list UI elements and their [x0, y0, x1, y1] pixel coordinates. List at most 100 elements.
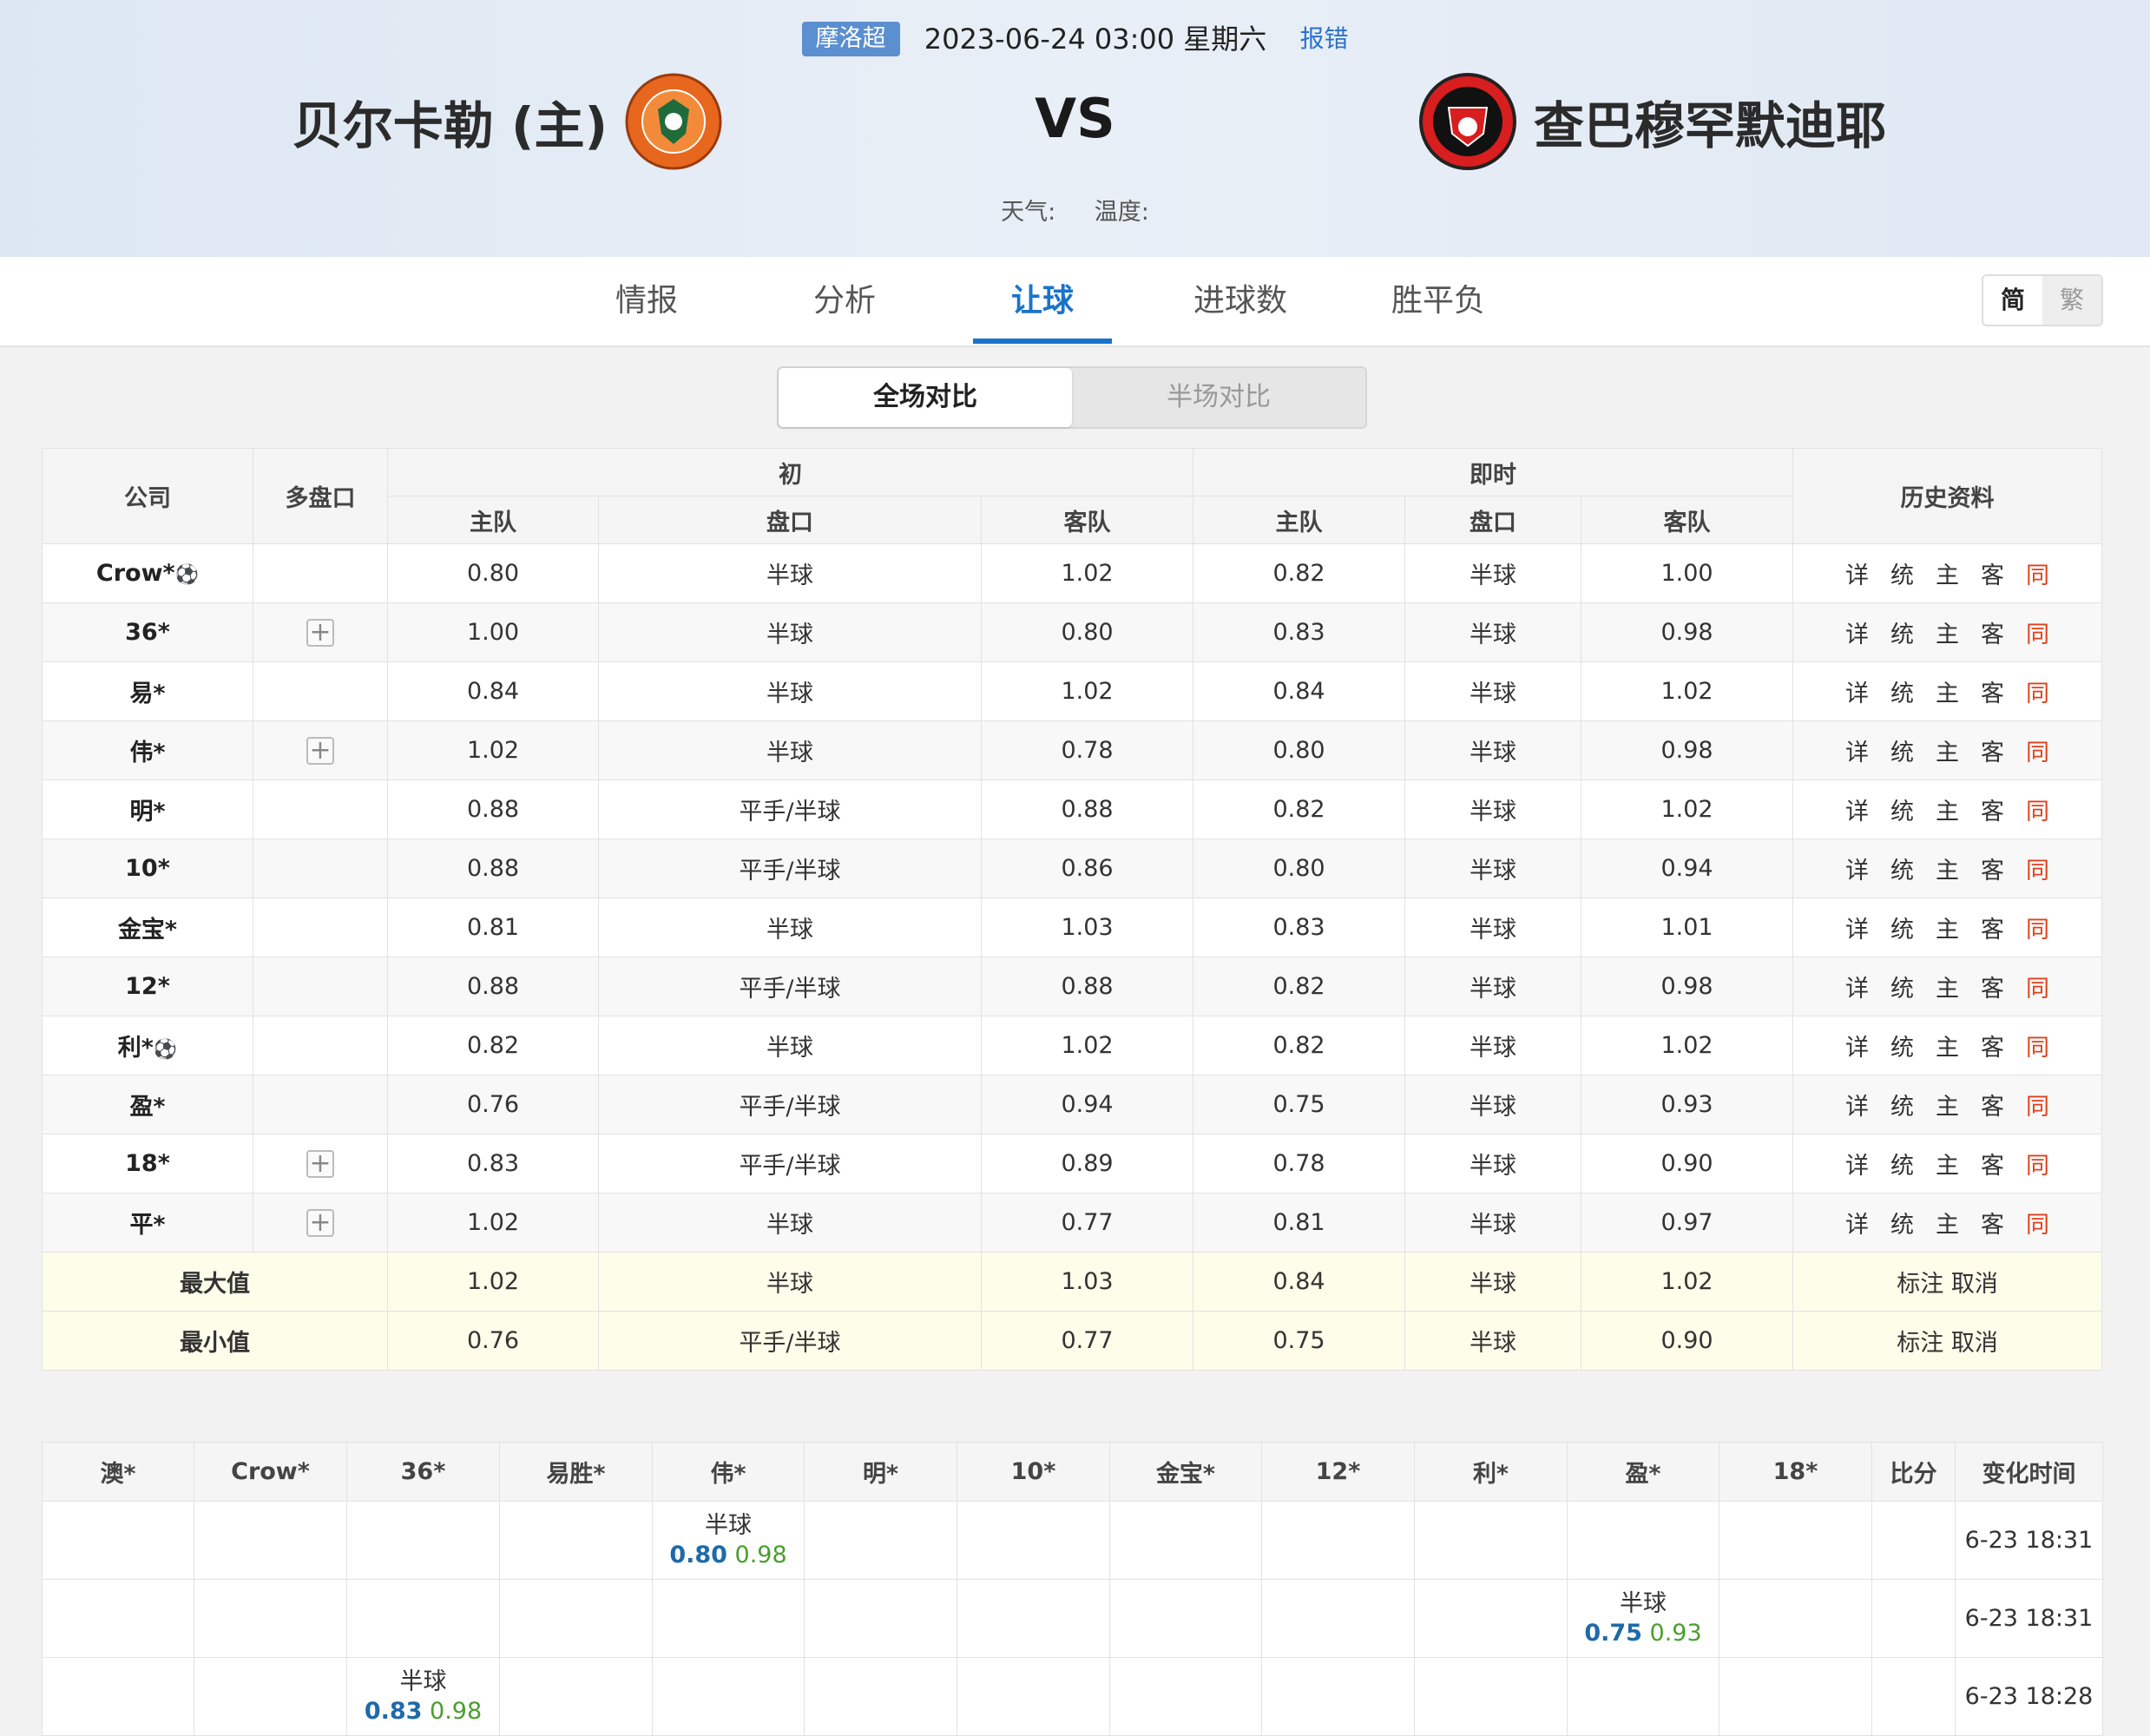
history-stats-link[interactable]: 统: [1880, 615, 1925, 649]
history-detail-link[interactable]: 详: [1835, 911, 1880, 944]
tab-analysis[interactable]: 分析: [775, 257, 914, 345]
company-name[interactable]: 盈*: [129, 1094, 165, 1121]
history-detail-link[interactable]: 详: [1835, 970, 1880, 1003]
company-name[interactable]: 利*: [118, 1035, 154, 1062]
expand-plus-icon[interactable]: +: [306, 1149, 334, 1178]
history-same-link[interactable]: 同: [2015, 911, 2061, 944]
history-detail-link[interactable]: 详: [1835, 1088, 1880, 1121]
history-away-link[interactable]: 客: [1970, 556, 2015, 590]
history-stats-link[interactable]: 统: [1880, 970, 1925, 1003]
expand-plus-icon[interactable]: +: [306, 618, 334, 647]
cancel-link[interactable]: 取消: [1951, 1330, 1998, 1357]
history-same-link[interactable]: 同: [2015, 1088, 2061, 1121]
change-header-cell: 明*: [804, 1442, 957, 1502]
history-same-link[interactable]: 同: [2015, 970, 2061, 1003]
tab-1x2[interactable]: 胜平负: [1369, 257, 1508, 345]
history-away-link[interactable]: 客: [1970, 1147, 2015, 1180]
history-away-link[interactable]: 客: [1970, 1029, 2015, 1062]
history-away-link[interactable]: 客: [1970, 911, 2015, 944]
history-detail-link[interactable]: 详: [1835, 792, 1880, 826]
history-home-link[interactable]: 主: [1925, 970, 1970, 1003]
history-detail-link[interactable]: 详: [1835, 1147, 1880, 1180]
company-name[interactable]: 12*: [125, 973, 170, 1000]
tab-info[interactable]: 情报: [577, 257, 716, 345]
history-same-link[interactable]: 同: [2015, 556, 2061, 590]
history-same-link[interactable]: 同: [2015, 1147, 2061, 1180]
change-time: 6-23 18:31: [1955, 1501, 2103, 1580]
history-home-link[interactable]: 主: [1925, 1206, 1970, 1240]
odds-la-cell: 1.01: [1581, 898, 1794, 957]
history-detail-link[interactable]: 详: [1835, 733, 1880, 767]
history-home-link[interactable]: 主: [1925, 852, 1970, 885]
history-same-link[interactable]: 同: [2015, 733, 2061, 767]
history-stats-link[interactable]: 统: [1880, 556, 1925, 590]
history-detail-link[interactable]: 详: [1835, 852, 1880, 885]
history-stats-link[interactable]: 统: [1880, 674, 1925, 708]
change-header-cell: 18*: [1719, 1442, 1872, 1502]
history-stats-link[interactable]: 统: [1880, 1088, 1925, 1121]
history-away-link[interactable]: 客: [1970, 1088, 2015, 1121]
company-name[interactable]: 明*: [129, 799, 165, 825]
history-stats-link[interactable]: 统: [1880, 733, 1925, 767]
history-away-link[interactable]: 客: [1970, 792, 2015, 826]
history-away-link[interactable]: 客: [1970, 733, 2015, 767]
company-name[interactable]: 18*: [125, 1150, 170, 1177]
history-stats-link[interactable]: 统: [1880, 792, 1925, 826]
history-home-link[interactable]: 主: [1925, 792, 1970, 826]
history-same-link[interactable]: 同: [2015, 615, 2061, 649]
history-detail-link[interactable]: 详: [1835, 1206, 1880, 1240]
history-home-link[interactable]: 主: [1925, 733, 1970, 767]
header-company: 公司: [42, 448, 253, 544]
history-home-link[interactable]: 主: [1925, 1029, 1970, 1062]
history-away-link[interactable]: 客: [1970, 615, 2015, 649]
history-detail-link[interactable]: 详: [1835, 556, 1880, 590]
history-home-link[interactable]: 主: [1925, 556, 1970, 590]
history-home-link[interactable]: 主: [1925, 674, 1970, 708]
company-name[interactable]: 金宝*: [118, 917, 177, 944]
company-name[interactable]: 易*: [129, 681, 165, 707]
away-team-name[interactable]: 查巴穆罕默迪耶: [1534, 85, 1886, 158]
lang-traditional-button[interactable]: 繁: [2042, 276, 2101, 325]
company-name[interactable]: 10*: [125, 855, 170, 882]
expand-plus-icon[interactable]: +: [306, 736, 334, 765]
tab-handicap[interactable]: 让球: [973, 257, 1112, 344]
report-error-link[interactable]: 报错: [1299, 24, 1348, 53]
half-match-toggle[interactable]: 半场对比: [1072, 368, 1365, 427]
history-away-link[interactable]: 客: [1970, 852, 2015, 885]
odds-ia-cell: 1.02: [980, 543, 1194, 603]
history-away-link[interactable]: 客: [1970, 1206, 2015, 1240]
history-same-link[interactable]: 同: [2015, 674, 2061, 708]
lang-simplified-button[interactable]: 简: [1983, 276, 2042, 325]
history-detail-link[interactable]: 详: [1835, 674, 1880, 708]
history-home-link[interactable]: 主: [1925, 911, 1970, 944]
history-home-link[interactable]: 主: [1925, 1147, 1970, 1180]
history-stats-link[interactable]: 统: [1880, 911, 1925, 944]
mark-link[interactable]: 标注: [1897, 1330, 1943, 1357]
history-stats-link[interactable]: 统: [1880, 1147, 1925, 1180]
history-away-link[interactable]: 客: [1970, 674, 2015, 708]
history-home-link[interactable]: 主: [1925, 615, 1970, 649]
company-name[interactable]: 伟*: [129, 740, 165, 766]
history-home-link[interactable]: 主: [1925, 1088, 1970, 1121]
history-same-link[interactable]: 同: [2015, 792, 2061, 826]
history-same-link[interactable]: 同: [2015, 852, 2061, 885]
history-stats-link[interactable]: 统: [1880, 1029, 1925, 1062]
expand-plus-icon[interactable]: +: [306, 1208, 334, 1237]
company-name[interactable]: 平*: [129, 1212, 165, 1239]
history-detail-link[interactable]: 详: [1835, 1029, 1880, 1062]
away-team[interactable]: 查巴穆罕默迪耶: [1419, 69, 1886, 174]
history-away-link[interactable]: 客: [1970, 970, 2015, 1003]
full-match-toggle[interactable]: 全场对比: [779, 368, 1072, 427]
history-detail-link[interactable]: 详: [1835, 615, 1880, 649]
mark-link[interactable]: 标注: [1897, 1271, 1943, 1298]
company-name[interactable]: Crow*: [96, 560, 175, 587]
history-stats-link[interactable]: 统: [1880, 852, 1925, 885]
history-same-link[interactable]: 同: [2015, 1029, 2061, 1062]
company-name[interactable]: 36*: [125, 619, 170, 646]
header-initial-home: 主队: [387, 496, 599, 544]
history-stats-link[interactable]: 统: [1880, 1206, 1925, 1240]
tab-goals[interactable]: 进球数: [1171, 257, 1310, 345]
league-badge[interactable]: 摩洛超: [801, 22, 900, 56]
history-same-link[interactable]: 同: [2015, 1206, 2061, 1240]
cancel-link[interactable]: 取消: [1951, 1271, 1998, 1298]
